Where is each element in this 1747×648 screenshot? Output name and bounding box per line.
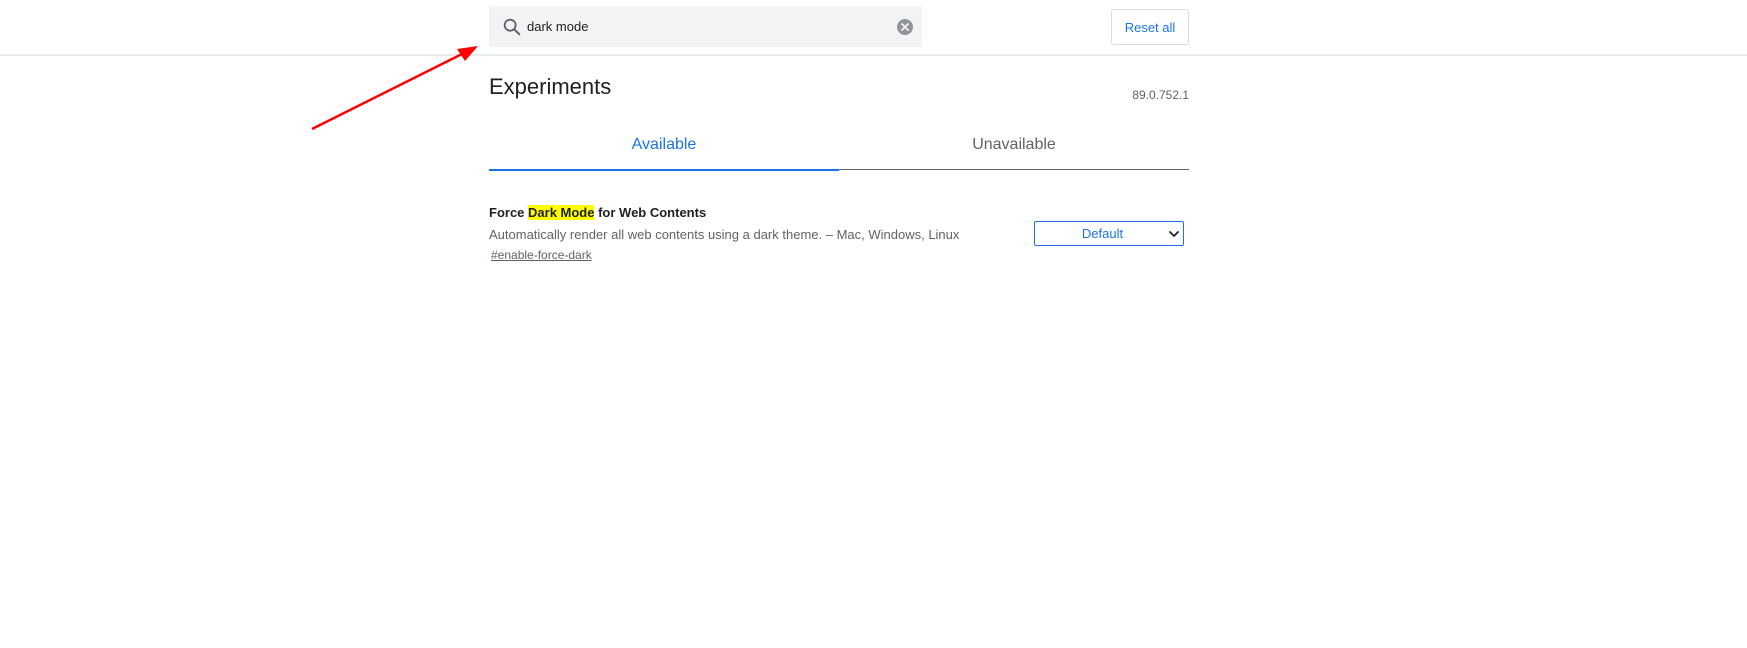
experiment-name: Force Dark Mode for Web Contents [489, 204, 1189, 222]
experiment-state-value: Default [1081, 226, 1124, 241]
clear-icon[interactable] [896, 18, 914, 36]
experiment-name-suffix: for Web Contents [594, 205, 707, 220]
annotation-arrow [311, 46, 478, 131]
version-label: 89.0.752.1 [1132, 88, 1189, 102]
tab-unavailable[interactable]: Unavailable [839, 126, 1189, 170]
flags-page: Reset all Experiments 89.0.752.1 Availab… [0, 0, 1747, 648]
search-icon [503, 18, 521, 36]
reset-all-button[interactable]: Reset all [1111, 9, 1189, 45]
search-box[interactable] [489, 6, 922, 47]
experiment-state-select[interactable]: Default [1034, 221, 1184, 246]
search-input[interactable] [527, 14, 877, 38]
search-match-highlight: Dark Mode [528, 205, 595, 220]
experiment-permalink[interactable]: #enable-force-dark [491, 246, 592, 264]
chevron-down-icon [1169, 231, 1179, 237]
experiment-name-prefix: Force [489, 205, 529, 220]
page-title: Experiments [489, 74, 612, 99]
tab-available[interactable]: Available [489, 126, 839, 171]
header-bar: Reset all [0, 0, 1747, 56]
tab-bar: Available Unavailable [489, 126, 1189, 171]
